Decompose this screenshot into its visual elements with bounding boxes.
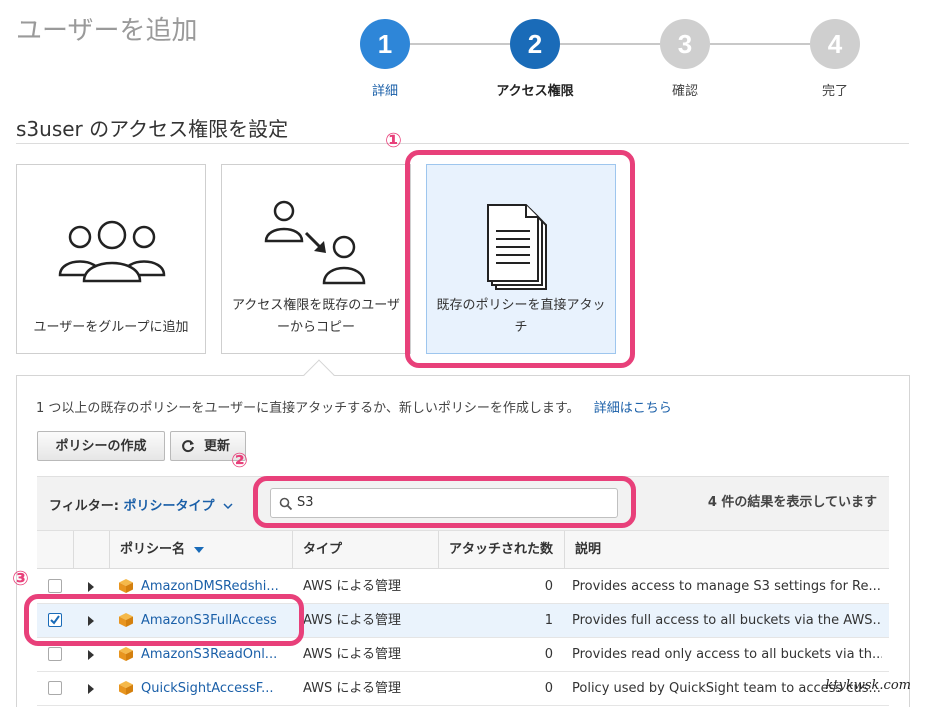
wizard-steps: 1 2 3 4 詳細 アクセス権限 確認 完了 (0, 0, 925, 100)
policy-description: Provides access to manage S3 settings fo… (572, 579, 881, 594)
option-add-to-group[interactable]: ユーザーをグループに追加 (16, 164, 206, 354)
policy-package-icon (119, 579, 133, 593)
policy-description: Provides read only access to all buckets… (572, 647, 882, 662)
result-count: 4 件の結果を表示しています (707, 495, 877, 510)
policy-type: AWS による管理 (303, 613, 402, 628)
row-checkbox[interactable] (48, 579, 62, 593)
expand-caret-icon[interactable] (88, 684, 94, 694)
attached-count: 1 (544, 613, 553, 628)
policy-package-icon (119, 681, 133, 695)
filter-value-text: ポリシータイプ (123, 499, 215, 514)
step-connector (710, 43, 810, 45)
header-policy-name[interactable]: ポリシー名 (109, 531, 292, 569)
header-description[interactable]: 説明 (564, 531, 889, 569)
row-checkbox[interactable] (48, 681, 62, 695)
header-type[interactable]: タイプ (292, 531, 438, 569)
expand-caret-icon[interactable] (88, 650, 94, 660)
step-3-label: 確認 (671, 84, 698, 99)
divider (16, 143, 909, 144)
table-row[interactable]: QuickSightAccessF... AWS による管理 0 Policy … (37, 672, 889, 706)
highlight-frame (405, 150, 635, 368)
step-connector (560, 43, 660, 45)
filter-type-dropdown[interactable]: ポリシータイプ (123, 499, 233, 514)
watermark: ktykwsk.com (825, 678, 911, 693)
policy-name-link[interactable]: QuickSightAccessF... (141, 672, 285, 706)
policy-type: AWS による管理 (303, 647, 402, 662)
header-policy-name-text: ポリシー名 (120, 542, 186, 557)
header-expand (73, 531, 109, 569)
step-4-label: 完了 (821, 84, 848, 99)
policy-package-icon (119, 647, 133, 661)
attached-count: 0 (544, 681, 553, 696)
header-attached[interactable]: アタッチされた数 (438, 531, 564, 569)
refresh-label: 更新 (203, 438, 230, 453)
filter-label-text: フィルター: (49, 499, 119, 514)
policy-description: Provides full access to all buckets via … (572, 613, 882, 628)
create-policy-button[interactable]: ポリシーの作成 (37, 431, 165, 461)
step-1-label[interactable]: 詳細 (335, 80, 435, 99)
step-2-label: アクセス権限 (496, 84, 574, 99)
table-header: ポリシー名 タイプ アタッチされた数 説明 (37, 531, 889, 569)
step-connector (410, 43, 510, 45)
policy-type: AWS による管理 (303, 579, 402, 594)
sort-desc-icon (193, 547, 204, 553)
step-1-circle[interactable]: 1 (360, 19, 410, 69)
attached-count: 0 (544, 647, 553, 662)
attached-count: 0 (544, 579, 553, 594)
section-title: s3user のアクセス権限を設定 (16, 117, 289, 141)
option-label: ユーザーをグループに追加 (33, 320, 189, 335)
filter-label: フィルター: ポリシータイプ (49, 495, 233, 514)
row-checkbox[interactable] (48, 647, 62, 661)
step-4-circle: 4 (810, 19, 860, 69)
marker-1: ① (385, 128, 402, 152)
user-group-icon (58, 220, 166, 283)
highlight-frame (253, 476, 636, 528)
option-label: アクセス権限を既存のユーザーからコピー (231, 298, 401, 335)
description-text: 1 つ以上の既存のポリシーをユーザーに直接アタッチするか、新しいポリシーを作成し… (36, 401, 580, 416)
step-3-circle: 3 (660, 19, 710, 69)
highlight-frame (24, 594, 304, 646)
learn-more-link[interactable]: 詳細はこちら (594, 401, 672, 416)
marker-2: ② (231, 448, 248, 472)
copy-user-icon (264, 200, 366, 285)
chevron-down-icon (223, 503, 233, 510)
step-2-circle: 2 (510, 19, 560, 69)
option-copy-permissions[interactable]: アクセス権限を既存のユーザーからコピー (221, 164, 411, 354)
policy-type: AWS による管理 (303, 681, 402, 696)
panel-description: 1 つ以上の既存のポリシーをユーザーに直接アタッチするか、新しいポリシーを作成し… (36, 397, 672, 416)
refresh-icon (182, 440, 194, 453)
expand-caret-icon[interactable] (88, 582, 94, 592)
marker-3: ③ (12, 566, 29, 590)
